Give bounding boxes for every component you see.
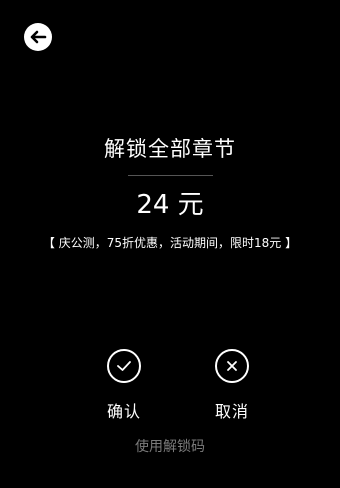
- back-button[interactable]: [24, 23, 52, 51]
- promo-text: 【 庆公测，75折优惠，活动期间，限时18元 】: [42, 236, 298, 250]
- confirm-label: 确认: [106, 402, 141, 421]
- check-icon: [107, 349, 141, 383]
- close-icon: [215, 349, 249, 383]
- cancel-button[interactable]: 取消: [197, 349, 267, 422]
- title-divider: [128, 175, 213, 176]
- cancel-label: 取消: [214, 402, 249, 421]
- confirm-button[interactable]: 确认: [89, 349, 159, 422]
- unlock-code-link[interactable]: 使用解锁码: [0, 436, 340, 456]
- dialog-title: 解锁全部章节: [104, 137, 236, 161]
- price-text: 24 元: [136, 190, 204, 220]
- arrow-left-icon: [29, 30, 47, 44]
